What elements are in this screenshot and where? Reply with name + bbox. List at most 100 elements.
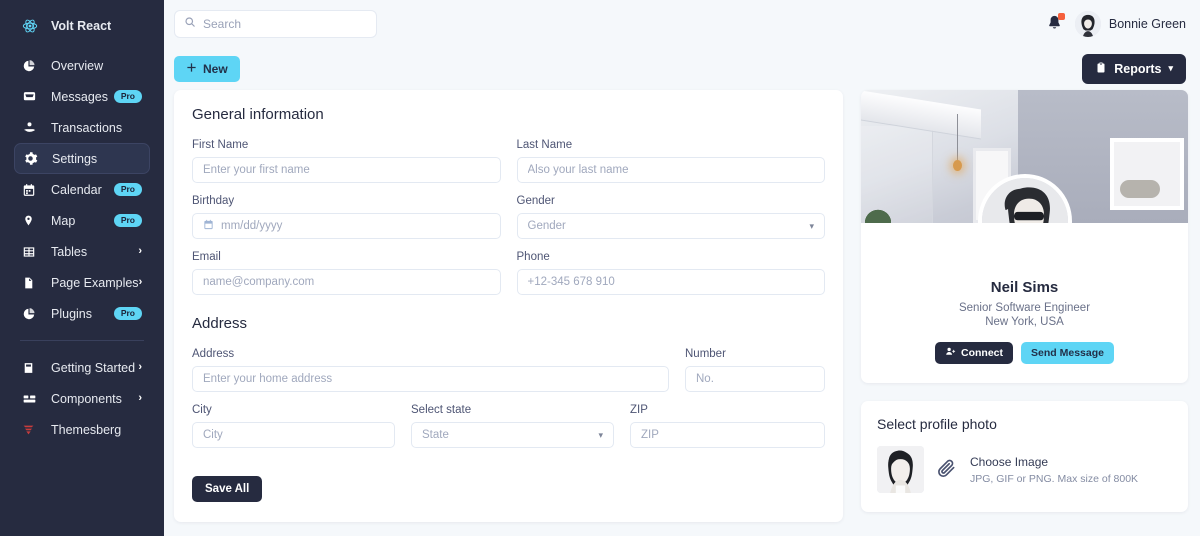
sidebar-item-label: Overview (51, 58, 104, 73)
sidebar-item-calendar[interactable]: Calendar Pro (14, 174, 150, 205)
chevron-down-icon: ▾ (809, 220, 814, 231)
sidebar-item-themesberg[interactable]: Themesberg (14, 414, 150, 445)
photo-thumbnail (877, 446, 924, 493)
form-row: Birthday mm/dd/yyyy Gender Gender ▾ (192, 195, 825, 239)
field-first-name: First Name (192, 139, 501, 183)
form-row: Address Number (192, 348, 825, 392)
sidebar-item-tables[interactable]: Tables › (14, 236, 150, 267)
connect-button[interactable]: Connect (935, 342, 1014, 364)
field-label: ZIP (630, 404, 648, 416)
address-title: Address (192, 315, 248, 332)
form-row: City Select state State ▾ ZIP (192, 404, 825, 448)
sidebar-item-overview[interactable]: Overview (14, 50, 150, 81)
state-value: State (422, 429, 449, 441)
send-message-button[interactable]: Send Message (1021, 342, 1114, 364)
profile-column: Neil Sims Senior Software Engineer New Y… (861, 90, 1188, 512)
user-menu[interactable]: Bonnie Green (1074, 10, 1186, 37)
sidebar-item-label: Tables (51, 244, 88, 259)
sidebar-item-settings[interactable]: Settings (14, 143, 150, 174)
action-bar: New Reports ▾ (164, 47, 1200, 90)
sidebar-brand[interactable]: Volt React (14, 10, 150, 41)
city-input[interactable] (192, 422, 395, 448)
new-button[interactable]: New (174, 55, 240, 82)
field-label: Phone (516, 251, 550, 263)
plus-icon (186, 62, 197, 76)
topbar-right: Bonnie Green (1046, 10, 1186, 37)
pro-badge: Pro (113, 89, 142, 104)
profile-actions: Connect Send Message (877, 342, 1172, 364)
photo-card-title: Select profile photo (877, 416, 997, 432)
avatar (1074, 10, 1101, 37)
phone-input[interactable] (516, 269, 825, 295)
choose-image-text[interactable]: Choose Image JPG, GIF or PNG. Max size o… (970, 455, 1138, 485)
sidebar-item-label: Messages (51, 89, 108, 104)
field-label: First Name (192, 139, 249, 151)
sidebar-item-map[interactable]: Map Pro (14, 205, 150, 236)
form-column: General information First Name Last Name… (174, 90, 843, 522)
pie-chart-icon (22, 306, 42, 322)
chevron-right-icon: › (138, 276, 143, 288)
number-input[interactable] (685, 366, 825, 392)
sidebar-item-components[interactable]: Components › (14, 383, 150, 414)
field-label: Number (685, 348, 726, 360)
hand-coin-icon (22, 120, 42, 136)
profile-role: Senior Software Engineer (958, 302, 1091, 314)
gender-select[interactable]: Gender ▾ (516, 213, 825, 239)
field-label: Address (192, 348, 235, 360)
field-city: City (192, 404, 395, 448)
user-name: Bonnie Green (1108, 16, 1186, 31)
photo-row: Choose Image JPG, GIF or PNG. Max size o… (877, 446, 1172, 493)
table-grid-icon (22, 244, 42, 260)
field-last-name: Last Name (516, 139, 825, 183)
sidebar-item-label: Getting Started (51, 360, 136, 375)
sidebar-item-label: Plugins (51, 306, 92, 321)
birthday-input[interactable]: mm/dd/yyyy (192, 213, 501, 239)
field-label: Gender (516, 195, 555, 207)
document-icon (22, 275, 42, 291)
sidebar-item-page-examples[interactable]: Page Examples › (14, 267, 150, 298)
form-row: First Name Last Name (192, 139, 825, 183)
clipboard-icon (1095, 61, 1107, 77)
search-box[interactable] (174, 9, 377, 38)
last-name-input[interactable] (516, 157, 825, 183)
email-input[interactable] (192, 269, 501, 295)
search-input[interactable] (203, 16, 367, 31)
field-state: Select state State ▾ (411, 404, 614, 448)
search-icon (184, 16, 196, 31)
sidebar-item-transactions[interactable]: Transactions (14, 112, 150, 143)
topbar: Bonnie Green (164, 0, 1200, 47)
themesberg-icon (22, 422, 42, 438)
inbox-icon (22, 89, 42, 105)
save-all-button[interactable]: Save All (192, 476, 263, 502)
react-logo-icon (22, 18, 42, 34)
general-information-title: General information (192, 106, 324, 123)
content: General information First Name Last Name… (164, 90, 1200, 522)
field-label: City (192, 404, 212, 416)
field-label: Birthday (192, 195, 235, 207)
profile-location: New York, USA (985, 316, 1064, 328)
notifications-button[interactable] (1046, 12, 1065, 34)
sidebar-item-messages[interactable]: Messages Pro (14, 81, 150, 112)
zip-input[interactable] (630, 422, 825, 448)
form-row: Email Phone (192, 251, 825, 295)
reports-button-label: Reports (1114, 61, 1162, 76)
state-select[interactable]: State ▾ (411, 422, 614, 448)
connect-button-label: Connect (961, 347, 1004, 359)
sidebar-item-label: Components (51, 391, 122, 406)
field-address: Address (192, 348, 669, 392)
main-area: Bonnie Green New Reports ▾ General infor… (164, 0, 1200, 536)
sidebar-item-getting-started[interactable]: Getting Started › (14, 352, 150, 383)
sidebar-item-label: Themesberg (51, 422, 122, 437)
reports-button[interactable]: Reports ▾ (1082, 53, 1186, 84)
sidebar-item-plugins[interactable]: Plugins Pro (14, 298, 150, 329)
first-name-input[interactable] (192, 157, 501, 183)
sidebar-item-label: Transactions (51, 120, 123, 135)
sidebar-item-label: Settings (52, 151, 98, 166)
sidebar: Volt React Overview Messages Pro Transac… (0, 0, 164, 536)
calendar-icon (203, 219, 214, 233)
address-input[interactable] (192, 366, 669, 392)
new-button-label: New (203, 61, 228, 76)
field-label: Email (192, 251, 221, 263)
general-information-card: General information First Name Last Name… (174, 90, 843, 522)
chevron-down-icon: ▾ (1168, 63, 1173, 73)
